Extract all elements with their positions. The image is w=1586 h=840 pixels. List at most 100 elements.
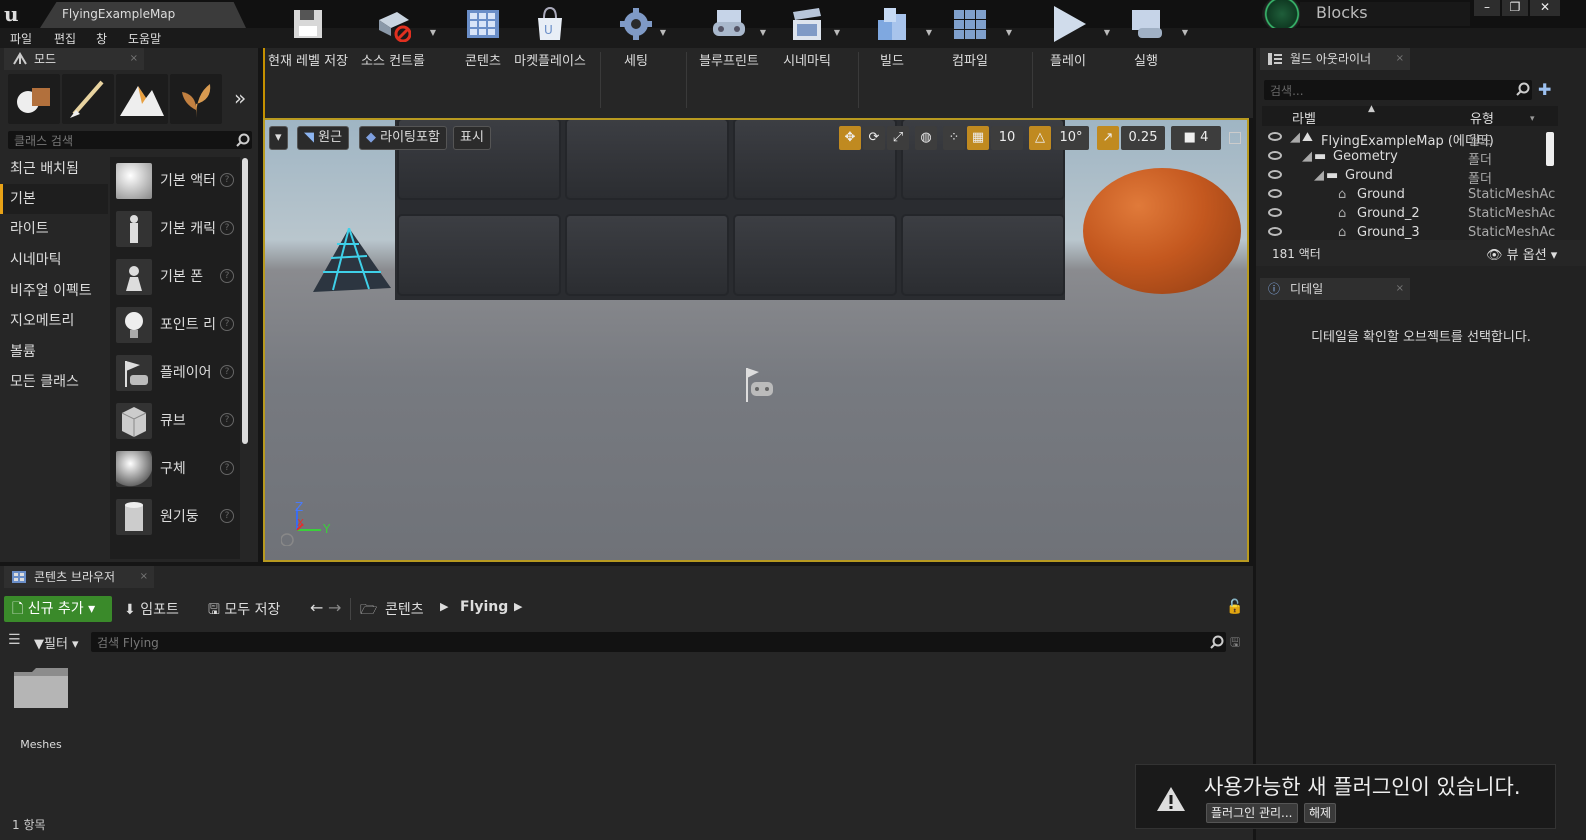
- visibility-eye-icon[interactable]: [1268, 227, 1282, 236]
- tab-details[interactable]: ⓘ 디테일 ×: [1260, 278, 1410, 300]
- list-item[interactable]: 기본 캐릭?: [110, 205, 240, 253]
- camera-speed-button[interactable]: ■ 4: [1171, 126, 1221, 150]
- visibility-eye-icon[interactable]: [1268, 151, 1282, 160]
- foliage-mode-button[interactable]: [170, 74, 222, 124]
- compile-button[interactable]: 컴파일 ▼: [946, 6, 1012, 69]
- menu-help[interactable]: 도움말: [128, 30, 161, 47]
- category-all-classes[interactable]: 모든 클래스: [0, 367, 108, 397]
- help-icon[interactable]: ?: [220, 221, 234, 235]
- list-item[interactable]: 플레이어?: [110, 349, 240, 397]
- list-item[interactable]: 원기둥?: [110, 493, 240, 541]
- help-icon[interactable]: ?: [220, 509, 234, 523]
- more-modes-button[interactable]: »: [234, 86, 246, 110]
- back-arrow-icon[interactable]: ←: [310, 598, 323, 617]
- save-level-button[interactable]: 현재 레벨 저장: [268, 6, 348, 69]
- list-item[interactable]: 포인트 리?: [110, 301, 240, 349]
- visibility-eye-icon[interactable]: [1268, 132, 1282, 141]
- landscape-mode-button[interactable]: [116, 74, 168, 124]
- visibility-eye-icon[interactable]: [1268, 170, 1282, 179]
- cinematics-button[interactable]: 시네마틱 ▼: [780, 6, 840, 69]
- play-button[interactable]: 플레이 ▼: [1044, 6, 1110, 69]
- visibility-eye-icon[interactable]: [1268, 208, 1282, 217]
- breadcrumb-separator-icon[interactable]: ▶: [514, 600, 522, 613]
- surface-snap-icon[interactable]: ⁘: [943, 126, 965, 150]
- settings-button[interactable]: 세팅 ▼: [612, 6, 666, 69]
- help-icon[interactable]: ?: [220, 461, 234, 475]
- chevron-down-icon[interactable]: ▼: [430, 28, 436, 37]
- visibility-eye-icon[interactable]: [1268, 189, 1282, 198]
- minimize-button[interactable]: –: [1474, 0, 1500, 16]
- menu-window[interactable]: 창: [96, 30, 107, 47]
- grid-snap-value[interactable]: 10: [991, 126, 1023, 150]
- viewport-options-button[interactable]: ▾: [269, 126, 288, 150]
- expand-arrow-icon[interactable]: ◢: [1290, 130, 1300, 145]
- maximize-button[interactable]: ❐: [1502, 0, 1528, 16]
- place-mode-button[interactable]: [8, 74, 60, 124]
- category-basic[interactable]: 기본: [0, 184, 108, 214]
- maximize-viewport-icon[interactable]: [1229, 132, 1241, 144]
- chevron-down-icon[interactable]: ▼: [1104, 28, 1110, 37]
- breadcrumb-content[interactable]: 콘텐츠: [385, 599, 424, 619]
- chevron-down-icon[interactable]: ▼: [760, 28, 766, 37]
- expand-arrow-icon[interactable]: ◢: [1302, 149, 1312, 164]
- chevron-down-icon[interactable]: ▼: [1182, 28, 1188, 37]
- folder-meshes[interactable]: [12, 666, 70, 710]
- category-geometry[interactable]: 지오메트리: [0, 306, 108, 336]
- scale-tool-icon[interactable]: ⤢: [887, 126, 909, 150]
- tab-world-outliner[interactable]: 월드 아웃라이너 ×: [1260, 48, 1410, 70]
- table-row[interactable]: ◢ ▬ Ground 폴더: [1262, 166, 1562, 187]
- list-item[interactable]: 기본 액터?: [110, 157, 240, 205]
- tab-content-browser[interactable]: 콘텐츠 브라우저 ×: [4, 566, 154, 588]
- perspective-button[interactable]: ◥ 원근: [297, 126, 350, 150]
- blueprints-button[interactable]: 블루프린트 ▼: [698, 6, 766, 69]
- save-search-icon[interactable]: 🖫: [1230, 633, 1240, 654]
- rotate-tool-icon[interactable]: ⟳: [863, 126, 885, 150]
- paint-mode-button[interactable]: [62, 74, 114, 124]
- chevron-down-icon[interactable]: ▼: [834, 28, 840, 37]
- breadcrumb-separator-icon[interactable]: ▶: [440, 600, 448, 613]
- scale-snap-icon[interactable]: ↗: [1097, 126, 1119, 150]
- translate-tool-icon[interactable]: ✥: [839, 126, 861, 150]
- outliner-scrollbar[interactable]: [1546, 132, 1554, 166]
- help-icon[interactable]: ?: [220, 365, 234, 379]
- category-cinematic[interactable]: 시네마틱: [0, 245, 108, 275]
- chevron-down-icon[interactable]: ▼: [1006, 28, 1012, 37]
- rotation-snap-icon[interactable]: △: [1029, 126, 1051, 150]
- category-visual-effects[interactable]: 비주얼 이펙트: [0, 276, 108, 306]
- table-row[interactable]: ◢ ⛰ FlyingExampleMap (에디터) 월드: [1262, 128, 1562, 149]
- content-search-input[interactable]: 검색 Flying: [91, 632, 1226, 652]
- grid-snap-icon[interactable]: ▦: [967, 126, 989, 150]
- category-lights[interactable]: 라이트: [0, 214, 108, 244]
- show-button[interactable]: 표시: [453, 126, 491, 150]
- help-icon[interactable]: ?: [220, 269, 234, 283]
- breadcrumb-flying[interactable]: Flying: [460, 599, 508, 615]
- dismiss-button[interactable]: 해제: [1304, 803, 1337, 823]
- source-control-button[interactable]: 소스 컨트롤 ▼: [354, 6, 436, 69]
- category-recent[interactable]: 최근 배치됨: [0, 154, 108, 184]
- table-row[interactable]: ◢ ▬ Geometry 폴더: [1262, 147, 1562, 168]
- table-row[interactable]: ⌂ Ground_2 StaticMeshAc: [1262, 204, 1562, 223]
- lock-icon[interactable]: 🔓: [1226, 599, 1243, 615]
- forward-arrow-icon[interactable]: →: [328, 598, 341, 617]
- view-mode-button[interactable]: ◆ 라이팅포함: [359, 126, 447, 150]
- add-new-button[interactable]: 🗋 신규 추가 ▾: [4, 596, 112, 622]
- list-item[interactable]: 큐브?: [110, 397, 240, 445]
- manage-plugins-button[interactable]: 플러그인 관리...: [1206, 803, 1298, 823]
- close-button[interactable]: ✕: [1530, 0, 1560, 16]
- player-start-icon[interactable]: [737, 364, 777, 406]
- help-icon[interactable]: ?: [220, 173, 234, 187]
- import-button[interactable]: ⬇ 임포트: [124, 599, 179, 619]
- category-volumes[interactable]: 볼륨: [0, 337, 108, 367]
- list-item[interactable]: 기본 폰?: [110, 253, 240, 301]
- list-item[interactable]: 구체?: [110, 445, 240, 493]
- sources-panel-toggle-icon[interactable]: ☰: [8, 632, 21, 648]
- class-search-input[interactable]: 클래스 검색: [8, 131, 252, 149]
- save-all-button[interactable]: 🖫 모두 저장: [208, 599, 280, 623]
- view-options-button[interactable]: 👁 뷰 옵션 ▾: [1486, 244, 1557, 263]
- expand-arrow-icon[interactable]: ◢: [1314, 168, 1324, 183]
- document-tab[interactable]: FlyingExampleMap: [40, 2, 246, 28]
- rotation-snap-value[interactable]: 10°: [1053, 126, 1089, 150]
- help-icon[interactable]: ?: [220, 413, 234, 427]
- scale-snap-value[interactable]: 0.25: [1121, 126, 1165, 150]
- filters-button[interactable]: ▼필터 ▾: [34, 633, 79, 652]
